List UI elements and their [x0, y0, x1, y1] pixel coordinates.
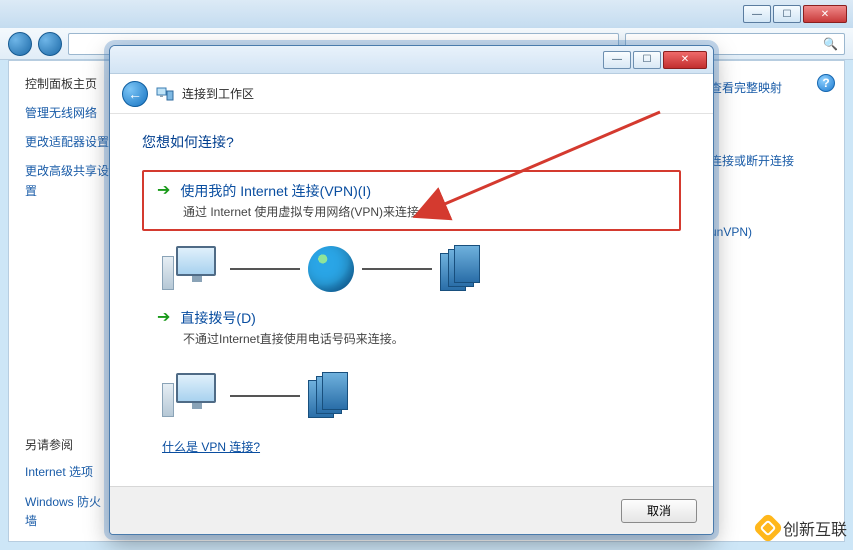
option-dialup-sub: 不通过Internet直接使用电话号码来连接。 [183, 330, 668, 347]
option-vpn-sub: 通过 Internet 使用虚拟专用网络(VPN)来连接 [183, 203, 668, 220]
dialog-max-button[interactable]: ☐ [633, 51, 661, 69]
watermark-text: 创新互联 [783, 516, 847, 540]
network-icon [156, 86, 174, 102]
arrow-right-icon: ➔ [157, 183, 170, 199]
sidebar-link[interactable]: 更改适配器设置 [25, 133, 109, 152]
outer-titlebar: — ☐ ✕ [0, 0, 853, 28]
option-dialup[interactable]: ➔ 直接拨号(D) 不通过Internet直接使用电话号码来连接。 [142, 297, 681, 358]
dialog-titlebar: — ☐ ✕ [110, 46, 713, 74]
computer-icon [162, 373, 222, 419]
right-column: 查看完整映射 连接或断开连接 unVPN) [704, 61, 844, 541]
sidebar-see-also-heading: 另请参阅 [25, 436, 109, 453]
dialog-min-button[interactable]: — [603, 51, 631, 69]
nav-fwd-icon[interactable] [38, 32, 62, 56]
right-link[interactable]: 连接或断开连接 [710, 152, 834, 169]
sidebar: 控制面板主页 管理无线网络 更改适配器设置 更改高级共享设置 另请参阅 Inte… [9, 61, 119, 541]
dialog-question: 您想如何连接? [142, 132, 681, 152]
arrow-right-icon: ➔ [157, 310, 170, 326]
outer-close-button[interactable]: ✕ [803, 5, 847, 23]
dialog-header: ← 连接到工作区 [110, 74, 713, 114]
dialog-title: 连接到工作区 [182, 85, 254, 102]
right-link[interactable]: unVPN) [710, 225, 834, 239]
sidebar-heading: 控制面板主页 [25, 75, 109, 92]
dialog-footer: 取消 [110, 486, 713, 534]
option-vpn-title: 使用我的 Internet 连接(VPN)(I) [180, 181, 371, 201]
vpn-diagram [162, 245, 681, 293]
computer-icon [162, 246, 222, 292]
server-icon [440, 245, 478, 293]
cancel-button[interactable]: 取消 [621, 499, 697, 523]
back-icon[interactable]: ← [122, 81, 148, 107]
dialog-body: 您想如何连接? ➔ 使用我的 Internet 连接(VPN)(I) 通过 In… [110, 114, 713, 486]
help-icon[interactable]: ? [817, 74, 835, 92]
sidebar-link[interactable]: 管理无线网络 [25, 104, 109, 123]
sidebar-link[interactable]: Internet 选项 [25, 463, 109, 482]
option-dialup-title: 直接拨号(D) [180, 308, 255, 328]
line-icon [230, 268, 300, 270]
globe-icon [308, 246, 354, 292]
server-icon [308, 372, 346, 420]
line-icon [230, 395, 300, 397]
nav-back-icon[interactable] [8, 32, 32, 56]
connect-workplace-dialog: — ☐ ✕ ← 连接到工作区 您想如何连接? ➔ 使用我的 Internet 连… [109, 45, 714, 535]
line-icon [362, 268, 432, 270]
sidebar-link[interactable]: 更改高级共享设置 [25, 162, 109, 200]
dialog-close-button[interactable]: ✕ [663, 51, 707, 69]
right-link[interactable]: 查看完整映射 [710, 79, 834, 96]
watermark-badge-icon [752, 512, 783, 543]
outer-min-button[interactable]: — [743, 5, 771, 23]
outer-max-button[interactable]: ☐ [773, 5, 801, 23]
sidebar-link[interactable]: Windows 防火墙 [25, 493, 109, 531]
watermark: 创新互联 [757, 516, 847, 540]
option-vpn[interactable]: ➔ 使用我的 Internet 连接(VPN)(I) 通过 Internet 使… [142, 170, 681, 231]
dialup-diagram [162, 372, 681, 420]
what-is-vpn-link[interactable]: 什么是 VPN 连接? [162, 438, 260, 455]
